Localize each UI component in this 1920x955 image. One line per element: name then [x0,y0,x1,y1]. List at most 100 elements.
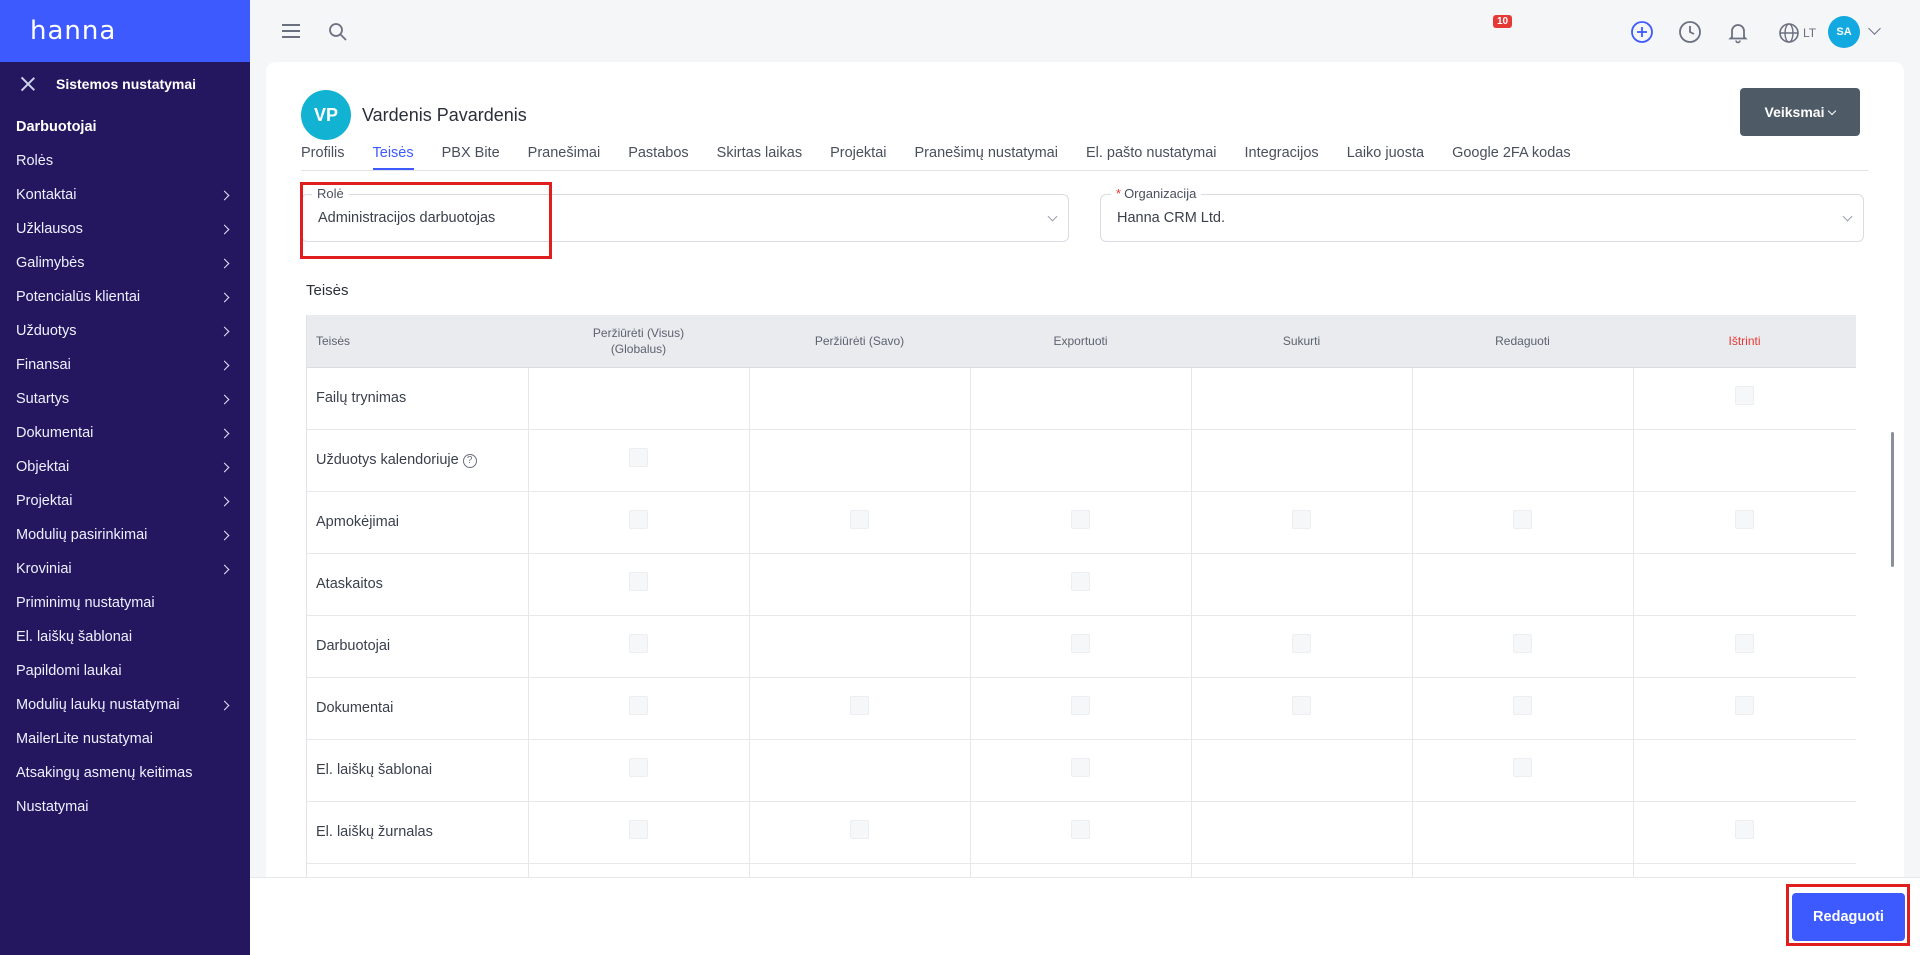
permission-checkbox[interactable] [850,820,869,839]
sidebar-item[interactable]: Galimybės [0,246,250,280]
sidebar-item[interactable]: Objektai [0,450,250,484]
chevron-right-icon [219,224,230,234]
tab-item[interactable]: Skirtas laikas [717,142,802,170]
clock-icon[interactable] [1678,20,1702,44]
sidebar-item[interactable]: Atsakingų asmenų keitimas [0,756,250,790]
tab-item[interactable]: Pastabos [628,142,688,170]
permission-cell [1633,677,1856,740]
tab-item[interactable]: Integracijos [1245,142,1319,170]
sidebar-item[interactable]: Finansai [0,348,250,382]
organization-label-text: Organizacija [1124,186,1197,201]
permission-checkbox[interactable] [1513,510,1532,529]
sidebar-item[interactable]: Nustatymai [0,790,250,824]
table-column-header: Peržiūrėti (Visus) (Globalus) [528,315,749,368]
sidebar-item[interactable]: Priminimų nustatymai [0,586,250,620]
sidebar-item[interactable]: Potencialūs klientai [0,280,250,314]
help-icon[interactable]: ? [462,454,477,468]
search-icon[interactable] [328,22,348,42]
permission-cell [749,801,971,864]
permission-checkbox[interactable] [1071,572,1090,591]
sidebar-item[interactable]: Papildomi laukai [0,654,250,688]
sidebar-item[interactable]: Sutartys [0,382,250,416]
tab-item[interactable]: Laiko juosta [1347,142,1424,170]
permission-checkbox[interactable] [1735,696,1755,715]
table-scrollbar[interactable] [1891,432,1894,567]
tab-item[interactable]: Teisės [372,142,414,170]
tab-item[interactable]: Google 2FA kodas [1452,142,1571,170]
chevron-right-icon [219,462,230,472]
permission-checkbox[interactable] [1735,386,1755,405]
permission-name: Failų trynimas [316,390,407,406]
permission-checkbox[interactable] [1735,634,1755,653]
permission-cell [528,863,750,877]
sidebar-item[interactable]: Kontaktai [0,178,250,212]
permission-checkbox[interactable] [1513,634,1532,653]
language-selector[interactable]: LT [1778,22,1816,44]
sidebar-item[interactable]: Užduotys [0,314,250,348]
permission-checkbox[interactable] [1292,510,1311,529]
organization-select[interactable]: * Organizacija Hanna CRM Ltd. [1100,186,1864,242]
permission-checkbox[interactable] [850,510,869,529]
tab-item[interactable]: El. pašto nustatymai [1086,142,1217,170]
tab-item[interactable]: Pranešimų nustatymai [915,142,1058,170]
tab-item[interactable]: PBX Bite [442,142,500,170]
permission-cell [749,863,971,877]
permission-cell [970,863,1192,877]
permission-checkbox[interactable] [629,448,648,467]
permission-checkbox[interactable] [1735,820,1755,839]
permission-checkbox[interactable] [1071,634,1090,653]
permission-cell [749,739,971,802]
permission-checkbox[interactable] [629,634,648,653]
user-avatar[interactable]: SA [1828,16,1860,48]
sidebar-item[interactable]: Darbuotojai [0,110,250,144]
permission-cell [1412,553,1634,616]
brand-logo[interactable]: hanna [0,0,250,62]
permission-checkbox[interactable] [629,572,648,591]
sidebar-item[interactable]: Kroviniai [0,552,250,586]
permission-checkbox[interactable] [1292,634,1311,653]
sidebar-item[interactable]: Rolės [0,144,250,178]
tab-item[interactable]: Profilis [301,142,345,170]
sidebar-item[interactable]: Modulių laukų nustatymai [0,688,250,722]
add-circle-icon[interactable] [1630,20,1654,44]
permission-name: Ataskaitos [316,576,383,592]
role-select[interactable]: Rolė Administracijos darbuotojas [301,186,1069,242]
sidebar-item[interactable]: Dokumentai [0,416,250,450]
sidebar-item-label: Priminimų nustatymai [16,595,155,611]
close-icon[interactable] [18,74,38,94]
role-label: Rolė [312,186,349,201]
sidebar-item[interactable]: El. laiškų šablonai [0,620,250,654]
permission-checkbox[interactable] [1071,696,1090,715]
permission-cell [1191,863,1413,877]
permission-checkbox[interactable] [1071,820,1090,839]
menu-toggle-icon[interactable] [282,24,300,38]
permission-checkbox[interactable] [629,510,648,529]
permission-checkbox[interactable] [850,696,869,715]
permission-cell [528,739,750,802]
actions-button[interactable]: Veiksmai [1740,88,1860,136]
sidebar-item-label: Nustatymai [16,799,89,815]
bell-icon[interactable] [1726,20,1750,44]
sidebar-item[interactable]: MailerLite nustatymai [0,722,250,756]
permission-name-cell: Darbuotojai [307,615,529,678]
sidebar-item[interactable]: Užklausos [0,212,250,246]
permission-cell [1412,615,1634,678]
permission-checkbox[interactable] [1513,696,1532,715]
permission-checkbox[interactable] [1071,510,1090,529]
tab-item[interactable]: Pranešimai [528,142,601,170]
permission-checkbox[interactable] [1071,758,1090,777]
permission-cell [749,429,971,492]
sidebar-item-label: Modulių laukų nustatymai [16,697,180,713]
sidebar-item[interactable]: Modulių pasirinkimai [0,518,250,552]
edit-button[interactable]: Redaguoti [1792,893,1905,941]
permission-checkbox[interactable] [1513,758,1532,777]
employee-avatar: VP [301,90,351,140]
tab-item[interactable]: Projektai [830,142,886,170]
sidebar-item-label: Potencialūs klientai [16,289,141,305]
permission-checkbox[interactable] [629,820,648,839]
permission-checkbox[interactable] [1292,696,1311,715]
sidebar-item[interactable]: Projektai [0,484,250,518]
permission-checkbox[interactable] [629,758,648,777]
permission-checkbox[interactable] [629,696,648,715]
permission-checkbox[interactable] [1735,510,1755,529]
